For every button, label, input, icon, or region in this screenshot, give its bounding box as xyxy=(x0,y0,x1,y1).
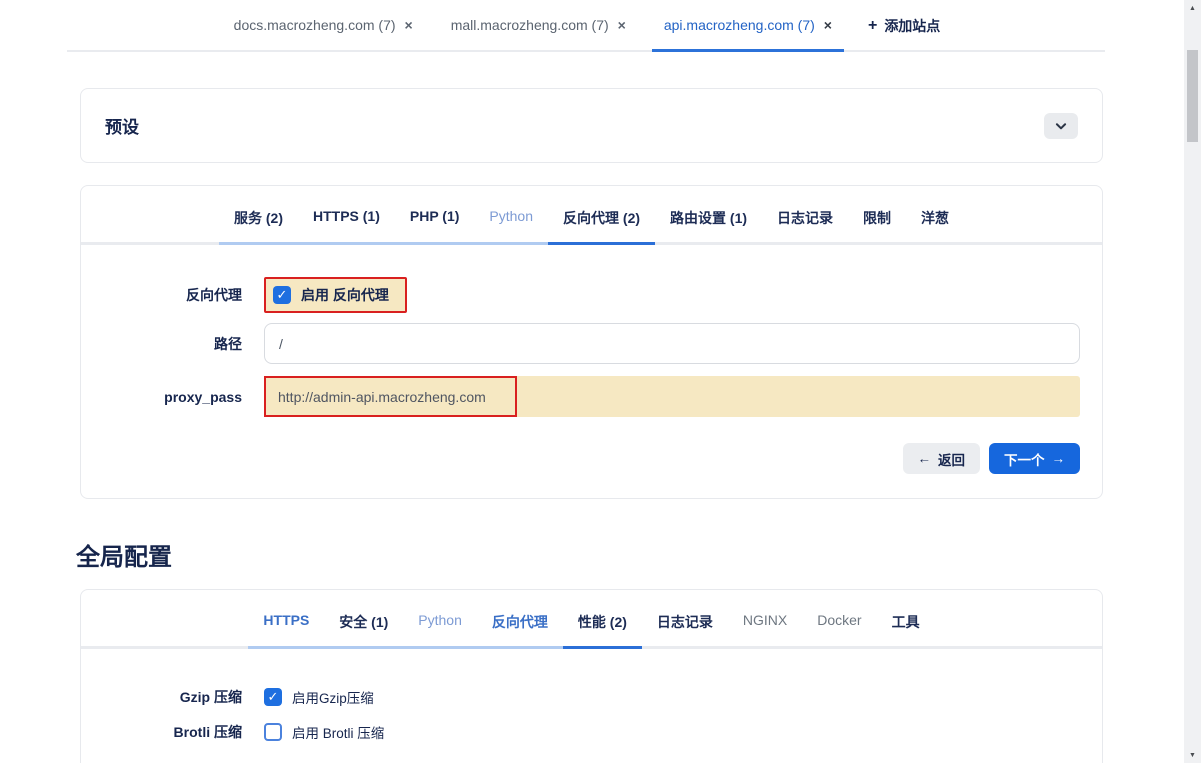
scroll-up-icon[interactable]: ▲ xyxy=(1184,0,1201,16)
reverse-proxy-label: 反向代理 xyxy=(186,287,242,303)
site-tab-docs[interactable]: docs.macrozheng.com (7) × xyxy=(222,0,425,52)
plus-icon: + xyxy=(867,17,878,34)
performance-form: Gzip 压缩 ✓ 启用Gzip压缩 Brotli 压缩 启用 Brotli 压… xyxy=(81,687,1102,763)
enable-brotli-checkbox[interactable] xyxy=(264,723,282,741)
gzip-label: Gzip 压缩 xyxy=(179,689,242,705)
tab-global-security[interactable]: 安全 (1) xyxy=(324,612,404,649)
tab-php[interactable]: PHP (1) xyxy=(394,208,475,245)
tab-python[interactable]: Python xyxy=(474,208,549,245)
global-config-card: HTTPS 安全 (1) Python 反向代理 性能 (2) 日志记录 NGI… xyxy=(80,589,1103,763)
site-tab-label: mall.macrozheng.com (7) xyxy=(450,16,609,33)
arrow-left-icon: ← xyxy=(917,451,932,466)
site-tab-label: api.macrozheng.com (7) xyxy=(663,16,815,33)
brotli-row: Brotli 压缩 启用 Brotli 压缩 xyxy=(81,722,1102,742)
proxy-pass-highlight-box: http://admin-api.macrozheng.com xyxy=(264,376,517,417)
site-tab-api[interactable]: api.macrozheng.com (7) × xyxy=(651,0,844,52)
proxy-pass-row: proxy_pass http://admin-api.macrozheng.c… xyxy=(81,376,1080,417)
add-site-label: 添加站点 xyxy=(884,18,941,34)
site-tab-label: docs.macrozheng.com (7) xyxy=(233,16,396,33)
site-tab-bar: docs.macrozheng.com (7) × mall.macrozhen… xyxy=(0,0,1201,52)
enable-reverse-proxy-label: 启用 反向代理 xyxy=(301,287,389,303)
tab-https[interactable]: HTTPS (1) xyxy=(297,208,395,245)
close-icon[interactable]: × xyxy=(405,17,413,33)
tab-global-nginx[interactable]: NGINX xyxy=(728,612,802,649)
global-config-title: 全局配置 xyxy=(76,544,172,571)
tab-routing[interactable]: 路由设置 (1) xyxy=(655,208,762,245)
scroll-down-icon[interactable]: ▼ xyxy=(1184,747,1201,763)
next-button-label: 下一个 xyxy=(1004,452,1045,468)
add-site-button[interactable]: + 添加站点 xyxy=(858,0,950,52)
path-input[interactable] xyxy=(264,323,1080,364)
tab-restrict[interactable]: 限制 xyxy=(848,208,906,245)
preset-title: 预设 xyxy=(105,118,139,137)
tab-logging[interactable]: 日志记录 xyxy=(762,208,848,245)
tab-global-tools[interactable]: 工具 xyxy=(877,612,935,649)
back-button-label: 返回 xyxy=(938,452,965,468)
brotli-label: Brotli 压缩 xyxy=(173,724,242,740)
check-icon: ✓ xyxy=(276,287,288,302)
vertical-scrollbar[interactable]: ▲ ▼ xyxy=(1184,0,1201,763)
path-row: 路径 xyxy=(81,323,1080,364)
back-button[interactable]: ← 返回 xyxy=(902,443,980,474)
proxy-pass-label: proxy_pass xyxy=(164,388,242,405)
site-config-card: 服务 (2) HTTPS (1) PHP (1) Python 反向代理 (2)… xyxy=(80,185,1103,499)
enable-reverse-proxy-checkbox[interactable]: ✓ xyxy=(273,286,291,304)
reverse-proxy-form: 反向代理 ✓ 启用 反向代理 路径 proxy_pass xyxy=(81,277,1102,474)
path-label: 路径 xyxy=(214,335,242,352)
reverse-proxy-highlight-box: ✓ 启用 反向代理 xyxy=(264,277,407,313)
site-tab-bar-inner: docs.macrozheng.com (7) × mall.macrozhen… xyxy=(67,0,1105,52)
tab-global-https[interactable]: HTTPS xyxy=(248,612,325,649)
gzip-row: Gzip 压缩 ✓ 启用Gzip压缩 xyxy=(81,687,1102,707)
proxy-pass-input[interactable]: http://admin-api.macrozheng.com xyxy=(264,376,1080,417)
wizard-buttons: ← 返回 下一个 → xyxy=(81,443,1080,474)
site-config-tabs: 服务 (2) HTTPS (1) PHP (1) Python 反向代理 (2)… xyxy=(81,208,1102,245)
scrollbar-thumb[interactable] xyxy=(1187,50,1198,142)
tab-onion[interactable]: 洋葱 xyxy=(906,208,964,245)
arrow-right-icon: → xyxy=(1051,451,1066,466)
tab-global-reverse-proxy[interactable]: 反向代理 xyxy=(476,612,563,649)
enable-brotli-label: 启用 Brotli 压缩 xyxy=(292,726,385,741)
tab-reverse-proxy[interactable]: 反向代理 (2) xyxy=(548,208,656,245)
preset-card: 预设 xyxy=(80,88,1103,163)
tab-global-performance[interactable]: 性能 (2) xyxy=(562,612,642,649)
tab-services[interactable]: 服务 (2) xyxy=(218,208,298,245)
enable-gzip-label: 启用Gzip压缩 xyxy=(292,691,374,706)
reverse-proxy-row: 反向代理 ✓ 启用 反向代理 xyxy=(81,277,1080,313)
tab-global-logging[interactable]: 日志记录 xyxy=(642,612,728,649)
next-button[interactable]: 下一个 → xyxy=(989,443,1080,474)
enable-gzip-checkbox[interactable]: ✓ xyxy=(264,688,282,706)
chevron-down-icon xyxy=(1055,122,1067,129)
check-icon: ✓ xyxy=(267,689,279,704)
close-icon[interactable]: × xyxy=(824,17,832,33)
close-icon[interactable]: × xyxy=(618,17,626,33)
collapse-toggle-button[interactable] xyxy=(1044,112,1078,139)
site-tab-mall[interactable]: mall.macrozheng.com (7) × xyxy=(439,0,638,52)
proxy-pass-value: http://admin-api.macrozheng.com xyxy=(278,388,486,405)
tab-global-python[interactable]: Python xyxy=(403,612,477,649)
global-config-tabs: HTTPS 安全 (1) Python 反向代理 性能 (2) 日志记录 NGI… xyxy=(81,612,1102,649)
tab-global-docker[interactable]: Docker xyxy=(802,612,876,649)
